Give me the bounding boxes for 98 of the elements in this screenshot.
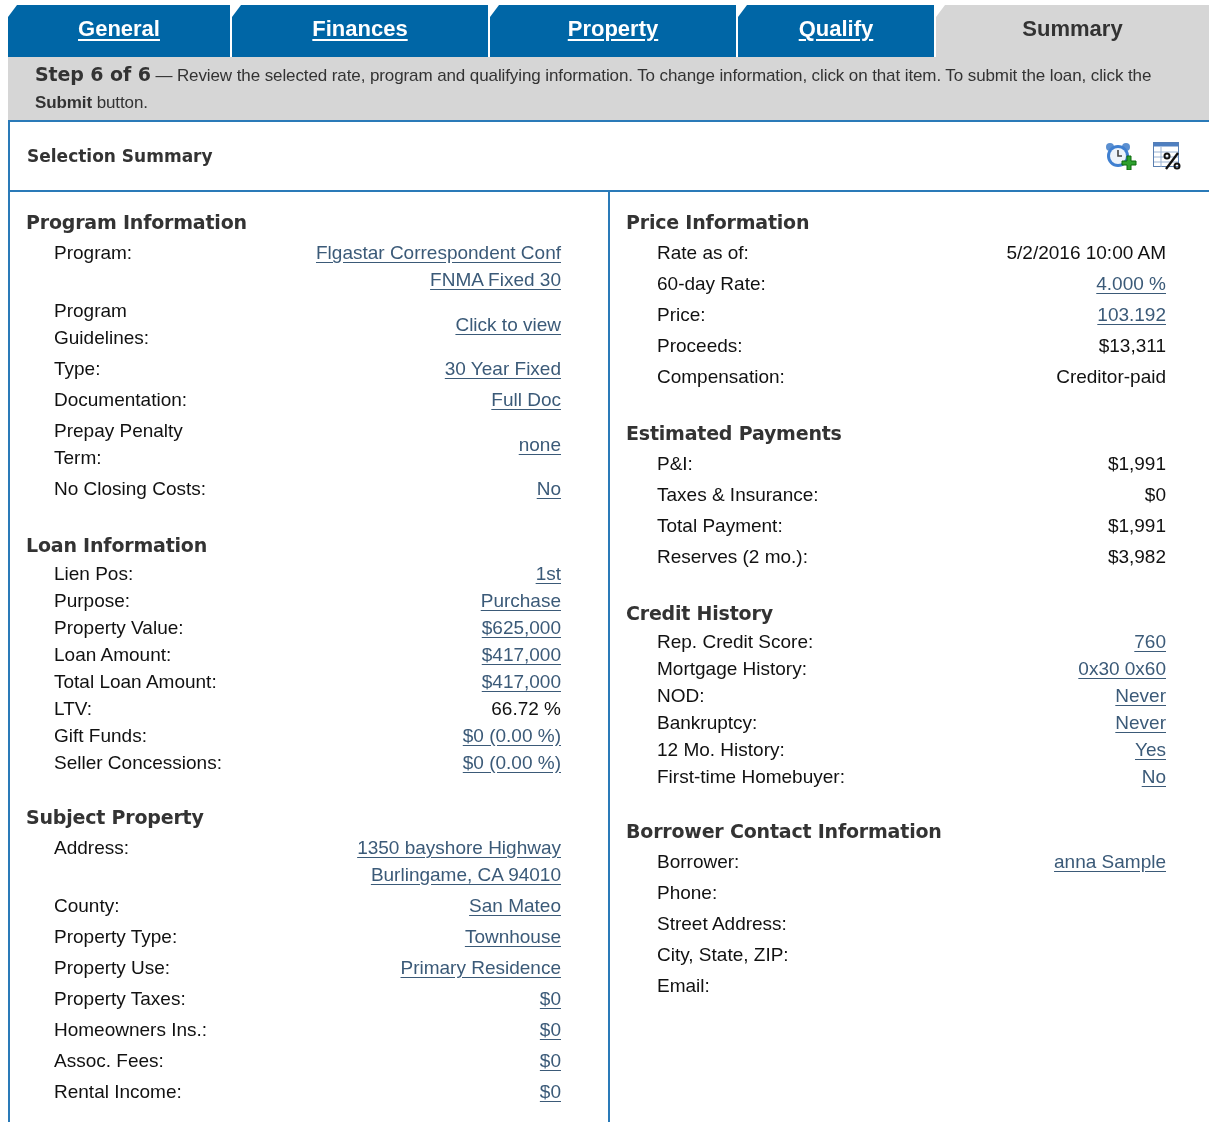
value-link[interactable]: No	[536, 475, 561, 502]
field-value: $1,991	[1107, 514, 1166, 538]
field-label: Property Use:	[54, 956, 171, 980]
field-label: Rate as of:	[657, 241, 749, 265]
field-value: $0	[1144, 483, 1166, 507]
field-label: Prepay Penalty Term:	[54, 419, 183, 470]
value-link[interactable]: $0	[539, 1078, 561, 1105]
field-label: County:	[54, 894, 120, 918]
value-link[interactable]: $417,000	[481, 668, 561, 695]
value-link[interactable]: FNMA Fixed 30	[430, 266, 561, 293]
section-heading: Subject Property	[26, 805, 205, 830]
field-label: 12 Mo. History:	[657, 738, 785, 762]
value-link[interactable]: Yes	[1135, 736, 1166, 763]
instruction-text: Step 6 of 6 — Review the selected rate, program and qualifying information. To change information, click on that item. To submit the loan, click the Submit button.	[35, 62, 1153, 114]
tab[interactable]: Finances	[232, 5, 488, 57]
value-link[interactable]: $0	[539, 1047, 561, 1074]
field-label: Program Guidelines:	[54, 299, 150, 350]
value-link[interactable]: Flgastar Correspondent Conf	[316, 239, 561, 266]
field-label: Program:	[54, 241, 133, 265]
value-link[interactable]: San Mateo	[469, 892, 561, 919]
value-link[interactable]: 103.192	[1097, 301, 1166, 328]
tab[interactable]: Property	[490, 5, 736, 57]
value-link[interactable]: $0 (0.00 %)	[462, 722, 561, 749]
alarm-clock-add-icon[interactable]	[1105, 142, 1137, 170]
field-label: Email:	[657, 974, 710, 998]
field-label: 60-day Rate:	[657, 272, 766, 296]
field-label: Taxes & Insurance:	[657, 483, 819, 507]
field-label: No Closing Costs:	[54, 477, 207, 501]
field-label: NOD:	[657, 684, 705, 708]
field-label: Property Taxes:	[54, 987, 186, 1011]
panel-title: Selection Summary	[27, 146, 213, 166]
field-label: Bankruptcy:	[657, 711, 758, 735]
section-heading: Estimated Payments	[626, 421, 843, 446]
value-link[interactable]: No	[1141, 763, 1166, 790]
section-heading: Program Information	[26, 210, 248, 235]
field-value: 5/2/2016 10:00 AM	[1006, 241, 1166, 265]
value-link[interactable]: $0	[539, 1016, 561, 1043]
field-label: Compensation:	[657, 365, 785, 389]
field-label: Rental Income:	[54, 1080, 182, 1104]
field-label: Documentation:	[54, 388, 188, 412]
field-label: Reserves (2 mo.):	[657, 545, 808, 569]
field-label: Assoc. Fees:	[54, 1049, 164, 1073]
value-link[interactable]: 1350 bayshore Highway	[357, 834, 561, 861]
field-label: Rep. Credit Score:	[657, 630, 814, 654]
value-link[interactable]: $625,000	[481, 614, 561, 641]
field-label: Type:	[54, 357, 101, 381]
field-label: Homeowners Ins.:	[54, 1018, 208, 1042]
section-heading: Loan Information	[26, 533, 208, 558]
value-link[interactable]: $417,000	[481, 641, 561, 668]
field-label: Purpose:	[54, 589, 131, 613]
value-link[interactable]: Purchase	[480, 587, 561, 614]
value-link[interactable]: Never	[1115, 709, 1166, 736]
field-label: Proceeds:	[657, 334, 743, 358]
value-link[interactable]: 4.000 %	[1096, 270, 1166, 297]
value-link[interactable]: Townhouse	[464, 923, 561, 950]
tab[interactable]: General	[8, 5, 230, 57]
value-link[interactable]: Burlingame, CA 94010	[370, 861, 561, 888]
field-value: 66.72 %	[491, 697, 561, 721]
tab[interactable]: Summary	[936, 5, 1209, 57]
section-heading: Price Information	[626, 210, 811, 235]
field-label: LTV:	[54, 697, 92, 721]
value-link[interactable]: 1st	[535, 560, 561, 587]
value-link[interactable]: none	[518, 430, 561, 458]
field-label: Gift Funds:	[54, 724, 147, 748]
field-label: Total Payment:	[657, 514, 783, 538]
field-value: $13,311	[1098, 334, 1166, 358]
tab[interactable]: Qualify	[738, 5, 934, 57]
section-heading: Borrower Contact Information	[626, 819, 943, 844]
section-heading: Credit History	[626, 601, 774, 626]
field-label: Property Type:	[54, 925, 178, 949]
field-value: $1,991	[1107, 452, 1166, 476]
field-label: Street Address:	[657, 912, 787, 936]
field-label: Lien Pos:	[54, 562, 134, 586]
field-label: Loan Amount:	[54, 643, 172, 667]
table-percent-icon[interactable]	[1153, 142, 1183, 170]
field-label: City, State, ZIP:	[657, 943, 789, 967]
value-link[interactable]: Full Doc	[491, 386, 561, 413]
field-label: Phone:	[657, 881, 718, 905]
value-link[interactable]: 0x30 0x60	[1078, 655, 1166, 682]
field-label: Borrower:	[657, 850, 740, 874]
value-link[interactable]: anna Sample	[1054, 848, 1166, 875]
value-link[interactable]: Primary Residence	[400, 954, 561, 981]
field-label: Seller Concessions:	[54, 751, 222, 775]
field-label: First-time Homebuyer:	[657, 765, 845, 789]
field-label: Property Value:	[54, 616, 184, 640]
field-label: Price:	[657, 303, 706, 327]
field-label: Mortgage History:	[657, 657, 807, 681]
value-link[interactable]: $0	[539, 985, 561, 1012]
field-label: P&I:	[657, 452, 693, 476]
value-link[interactable]: $0 (0.00 %)	[462, 749, 561, 776]
field-label: Address:	[54, 836, 129, 860]
value-link[interactable]: Never	[1115, 682, 1166, 709]
field-value: $3,982	[1107, 545, 1166, 569]
value-link[interactable]: 760	[1134, 628, 1166, 655]
field-label: Total Loan Amount:	[54, 670, 217, 694]
value-link[interactable]: 30 Year Fixed	[444, 355, 561, 382]
field-value: Creditor-paid	[1056, 365, 1166, 389]
value-link[interactable]: Click to view	[455, 310, 561, 338]
